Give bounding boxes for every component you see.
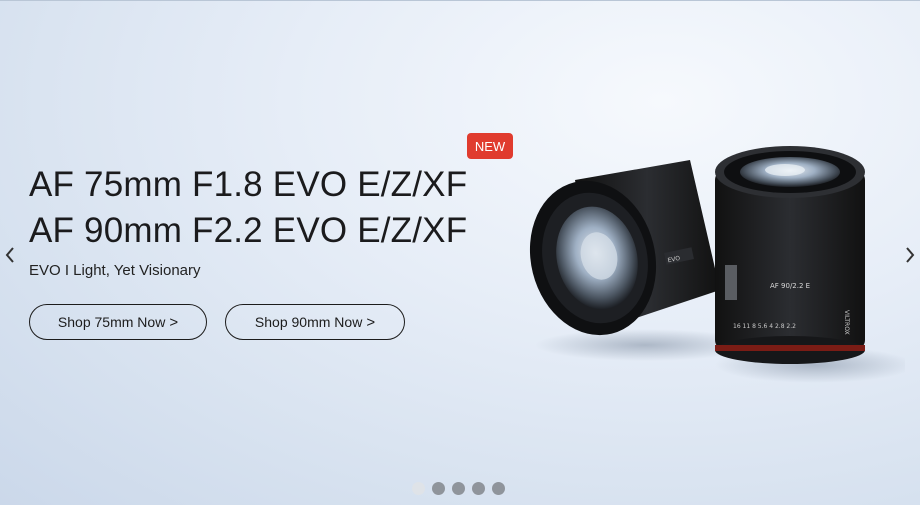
- lens-product-image: EVO AF 90/2.2 E VILTROX 16 11 8 5.6 4 2.…: [529, 146, 905, 383]
- shop-75mm-button[interactable]: Shop 75mm Now >: [29, 304, 207, 340]
- carousel-dot-3[interactable]: [452, 482, 465, 495]
- carousel-dot-5[interactable]: [492, 482, 505, 495]
- lens-75mm: EVO: [529, 160, 720, 336]
- aperture-scale: 16 11 8 5.6 4 2.8 2.2: [733, 323, 796, 330]
- title-line-2: AF 90mm F2.2 EVO E/Z/XF: [29, 211, 468, 250]
- product-subtitle: EVO I Light, Yet Visionary: [29, 262, 201, 279]
- carousel-dot-4[interactable]: [472, 482, 485, 495]
- carousel-pagination: [412, 482, 505, 495]
- shop-90mm-label: Shop 90mm Now: [254, 314, 363, 330]
- chevron-right-icon: >: [366, 313, 376, 331]
- chevron-right-icon: >: [169, 313, 179, 331]
- shop-90mm-button[interactable]: Shop 90mm Now >: [225, 304, 405, 340]
- lens-90mm: AF 90/2.2 E VILTROX 16 11 8 5.6 4 2.8 2.…: [715, 146, 865, 364]
- brand-label: VILTROX: [843, 310, 850, 335]
- new-badge: NEW: [467, 133, 513, 159]
- top-border: [0, 0, 920, 1]
- carousel-prev-button[interactable]: [0, 244, 20, 266]
- chevron-right-icon: [906, 247, 915, 263]
- carousel-dot-2[interactable]: [432, 482, 445, 495]
- product-title: AF 75mm F1.8 EVO E/Z/XF AF 90mm F2.2 EVO…: [29, 162, 467, 254]
- carousel-next-button[interactable]: [900, 244, 920, 266]
- carousel-dot-1[interactable]: [412, 482, 425, 495]
- lens-model-label: AF 90/2.2 E: [770, 282, 810, 290]
- chevron-left-icon: [5, 247, 14, 263]
- hero-banner: AF 75mm F1.8 EVO E/Z/XF AF 90mm F2.2 EVO…: [0, 0, 920, 505]
- title-line-1: AF 75mm F1.8 EVO E/Z/XF: [29, 165, 468, 204]
- shop-75mm-label: Shop 75mm Now: [57, 314, 166, 330]
